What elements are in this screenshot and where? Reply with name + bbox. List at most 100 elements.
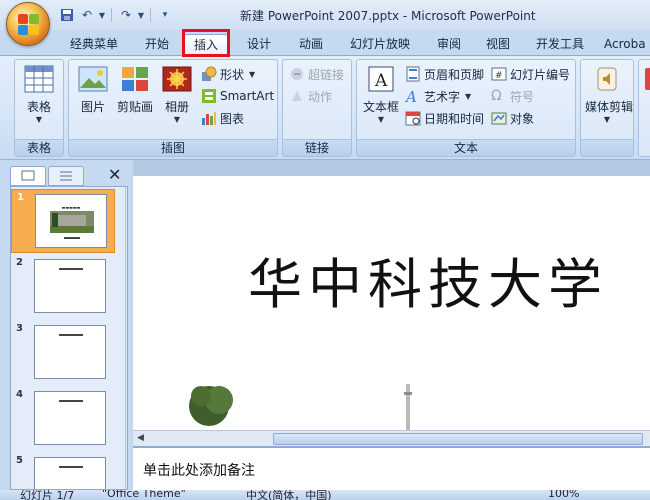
slide-preview <box>34 259 106 313</box>
chevron-down-icon: ▼ <box>377 115 385 124</box>
tab-view[interactable]: 视图 <box>480 34 516 56</box>
photo-album-button[interactable]: 相册 ▼ <box>159 64 195 125</box>
object-icon <box>491 112 507 125</box>
table-button[interactable]: 表格 ▼ <box>17 64 61 125</box>
ribbon-tabs: 经典菜单 开始 插入 设计 动画 幻灯片放映 审阅 视图 开发工具 Acroba <box>0 30 650 56</box>
picture-button[interactable]: 图片 <box>71 64 115 115</box>
hyperlink-button[interactable]: 超链接 <box>289 64 344 84</box>
thumb-title-line <box>59 268 83 270</box>
picture-button-label: 图片 <box>80 100 105 114</box>
slide-number: 4 <box>16 389 23 400</box>
undo-icon[interactable]: ↶ <box>78 6 96 24</box>
office-button[interactable] <box>6 2 50 46</box>
slide-title[interactable]: 华中科技大学 <box>248 240 608 319</box>
save-icon[interactable] <box>58 6 76 24</box>
wordart-button[interactable]: A 艺术字 ▼ <box>405 86 471 106</box>
clipart-icon <box>120 64 150 94</box>
status-slide-info: 幻灯片 1/7 <box>20 490 75 500</box>
smartart-icon <box>202 89 216 103</box>
tab-classic-menu[interactable]: 经典菜单 <box>64 34 124 56</box>
outline-tab[interactable] <box>48 166 84 186</box>
chart-button[interactable]: 图表 <box>201 108 244 128</box>
datetime-button[interactable]: 日期和时间 <box>405 108 484 128</box>
scrollbar-thumb[interactable] <box>273 433 643 445</box>
slide-number-button-label: 幻灯片编号 <box>510 67 571 82</box>
slide-preview <box>34 457 106 489</box>
slide-number-button[interactable]: # 幻灯片编号 <box>491 64 570 84</box>
slide-number: 2 <box>16 257 23 268</box>
slide-thumbnail[interactable]: 5 <box>11 453 115 489</box>
chevron-down-icon: ▼ <box>603 115 611 124</box>
tree-photo[interactable] <box>189 384 235 430</box>
slide-number: 3 <box>16 323 23 334</box>
slides-panel: ✕ 1 ▬▬▬▬▬ 2 3 4 5 <box>0 160 131 490</box>
redo-icon[interactable]: ↷ <box>117 6 135 24</box>
tab-acrobat[interactable]: Acroba <box>604 34 650 56</box>
slide-horizontal-scrollbar[interactable]: ◀ <box>133 430 650 446</box>
redo-dropdown-icon[interactable]: ▼ <box>137 6 145 24</box>
header-footer-button[interactable]: 页眉和页脚 <box>405 64 484 84</box>
insert-tab-highlight <box>182 29 230 57</box>
qat-separator <box>150 8 151 22</box>
slide-thumbnail[interactable]: 3 <box>11 321 115 385</box>
group-illustrations: 图片 剪贴画 相册 ▼ 形状 ▼ SmartArt 图表 插图 <box>68 59 278 157</box>
group-cutoff <box>638 59 650 157</box>
slides-tab[interactable] <box>10 166 46 186</box>
group-media: 媒体剪辑 ▼ <box>580 59 634 157</box>
clipart-button-label: 剪贴画 <box>116 100 153 114</box>
datetime-button-label: 日期和时间 <box>424 111 485 126</box>
table-icon <box>24 64 54 94</box>
slide-thumbnail[interactable]: 1 ▬▬▬▬▬ <box>11 189 115 253</box>
hyperlink-icon <box>291 68 303 80</box>
object-button-label: 对象 <box>510 111 535 126</box>
pole-photo[interactable] <box>403 384 413 430</box>
group-media-label <box>581 139 633 156</box>
thumb-title-line <box>59 400 83 402</box>
clipart-button[interactable]: 剪贴画 <box>115 64 155 115</box>
smartart-button[interactable]: SmartArt <box>201 86 274 106</box>
customize-qat-icon[interactable]: ▾ <box>156 6 174 24</box>
tab-animations[interactable]: 动画 <box>290 34 332 56</box>
close-icon[interactable]: ✕ <box>108 165 121 184</box>
symbol-button[interactable]: Ω 符号 <box>491 86 534 106</box>
shapes-icon <box>202 66 217 81</box>
media-clip-button-label: 媒体剪辑 <box>585 100 634 114</box>
thumbnails-scrollbar[interactable] <box>125 187 127 489</box>
slide-preview <box>34 391 106 445</box>
shapes-button[interactable]: 形状 ▼ <box>201 64 255 84</box>
tab-design[interactable]: 设计 <box>238 34 280 56</box>
action-icon <box>292 91 302 101</box>
slide-thumbnail[interactable]: 4 <box>11 387 115 451</box>
window-title: 新建 PowerPoint 2007.pptx - Microsoft Powe… <box>240 9 536 23</box>
svg-text:A: A <box>374 71 388 91</box>
chevron-down-icon: ▼ <box>35 115 43 124</box>
qat-separator <box>111 8 112 22</box>
slide-editor: 华中科技大学 <box>133 160 650 430</box>
textbox-button[interactable]: A 文本框 ▼ <box>359 64 403 125</box>
office-logo-icon <box>18 14 40 36</box>
scroll-left-icon[interactable]: ◀ <box>137 433 144 443</box>
group-table: 表格 ▼ 表格 <box>14 59 64 157</box>
group-links: 超链接 动作 链接 <box>282 59 352 157</box>
slide-thumbnails: 1 ▬▬▬▬▬ 2 3 4 5 <box>10 186 128 490</box>
slide-thumbnail[interactable]: 2 <box>11 255 115 319</box>
object-button[interactable]: 对象 <box>491 108 534 128</box>
omega-icon: Ω <box>491 88 502 104</box>
slide-number-icon: # <box>491 67 507 81</box>
quick-access-toolbar: ↶ ▼ ↷ ▼ ▾ <box>58 5 174 25</box>
notes-pane[interactable]: 单击此处添加备注 <box>133 446 650 490</box>
wordart-button-label: 艺术字 <box>424 89 461 104</box>
action-button[interactable]: 动作 <box>289 86 332 106</box>
slide-number: 5 <box>16 455 23 466</box>
svg-text:A: A <box>405 88 417 104</box>
tab-home[interactable]: 开始 <box>136 34 178 56</box>
tab-developer[interactable]: 开发工具 <box>528 34 592 56</box>
slide-canvas[interactable]: 华中科技大学 <box>133 176 650 430</box>
undo-dropdown-icon[interactable]: ▼ <box>98 6 106 24</box>
slide-number: 1 <box>17 192 24 203</box>
notes-placeholder: 单击此处添加备注 <box>143 463 255 479</box>
media-clip-button[interactable]: 媒体剪辑 ▼ <box>585 64 634 125</box>
status-zoom: 100% <box>548 490 580 500</box>
tab-review[interactable]: 审阅 <box>428 34 470 56</box>
tab-slideshow[interactable]: 幻灯片放映 <box>342 34 418 56</box>
